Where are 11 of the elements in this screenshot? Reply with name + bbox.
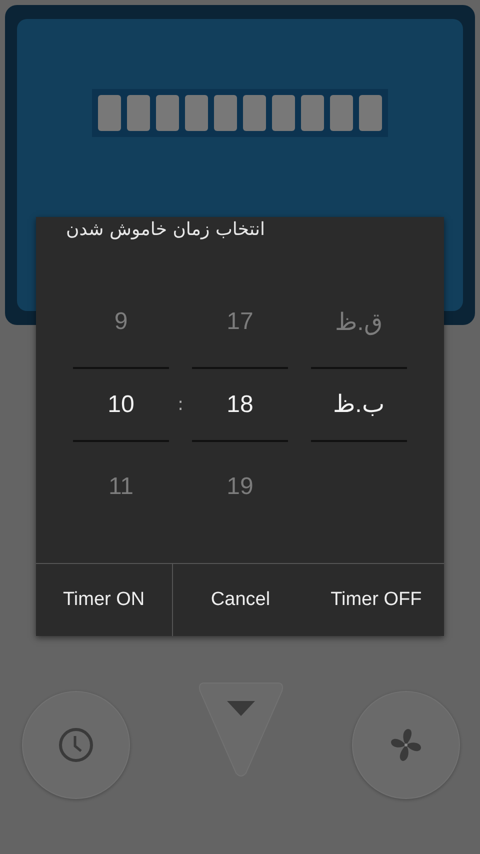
dialog-button[interactable]: Timer OFF [308, 564, 444, 636]
picker-item[interactable]: 18 [226, 390, 254, 418]
dialog-button[interactable]: Cancel [172, 564, 308, 636]
time-separator: : [176, 393, 185, 417]
dialog-button[interactable]: Timer ON [36, 564, 172, 636]
down-arrow-icon [227, 701, 255, 716]
fan-icon [388, 726, 424, 764]
dialog-title: انتخاب زمان خاموش شدن [65, 218, 265, 242]
picker-item[interactable]: 10 [108, 390, 134, 418]
picker-item[interactable]: ب.ظ [333, 390, 385, 419]
clock-icon [58, 727, 94, 763]
